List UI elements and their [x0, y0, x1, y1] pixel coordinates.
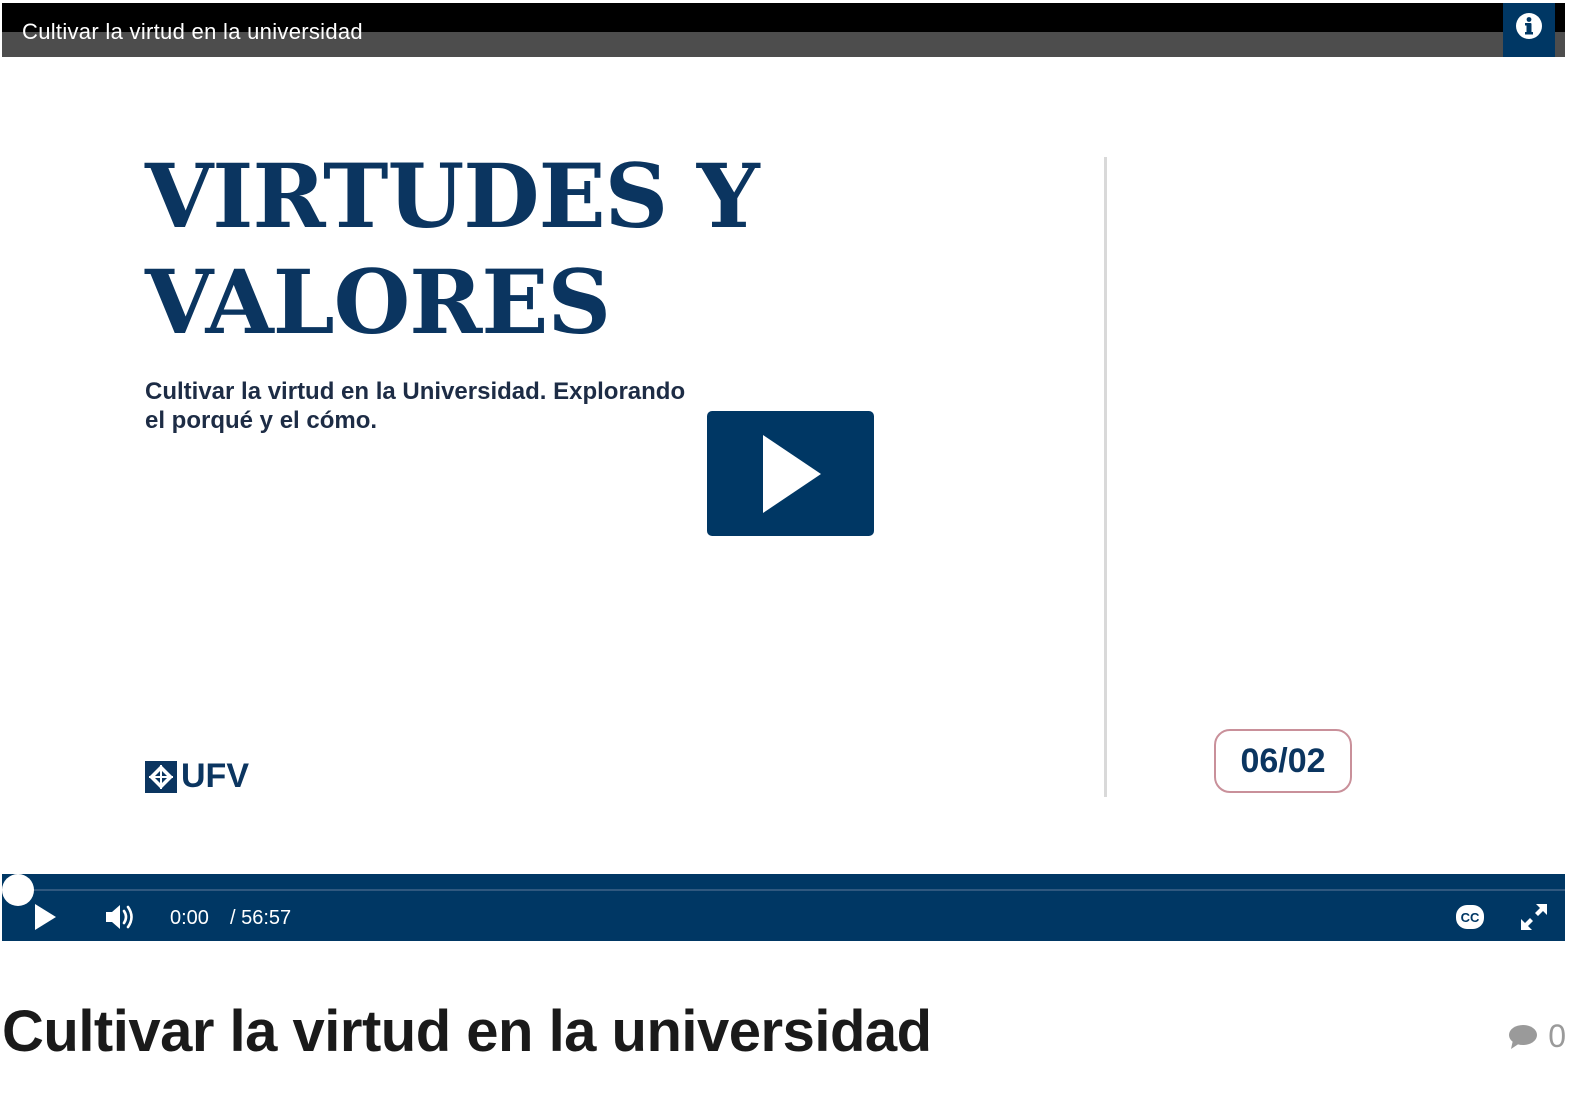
control-bar: 0:00 / 56:57 CC — [2, 874, 1565, 941]
page-title: Cultivar la virtud en la universidad — [2, 999, 932, 1064]
info-icon — [1516, 13, 1542, 39]
svg-text:CC: CC — [1461, 910, 1480, 925]
comment-count: 0 — [1548, 1018, 1566, 1054]
slide-subtitle-line: el porqué y el cómo. — [145, 407, 378, 434]
current-time: 0:00 — [170, 907, 209, 929]
closed-captions-icon: CC — [1456, 905, 1484, 929]
ufv-emblem-icon — [145, 760, 177, 793]
volume-icon — [106, 905, 133, 929]
play-button[interactable] — [30, 902, 60, 932]
date-badge: 06/02 — [1214, 729, 1352, 793]
video-frame[interactable]: VIRTUDES Y VALORES Cultivar la virtud en… — [2, 57, 1565, 874]
video-player[interactable]: Cultivar la virtud en la universidad VIR… — [2, 3, 1565, 941]
play-icon — [762, 434, 821, 513]
comments-link[interactable]: 0 — [1508, 1018, 1566, 1055]
fullscreen-button[interactable] — [1518, 901, 1550, 933]
progress-bar[interactable] — [2, 874, 1565, 906]
slide-heading: VIRTUDES Y VALORES — [145, 143, 845, 355]
info-button[interactable] — [1503, 3, 1555, 57]
ufv-logo-text: UFV — [181, 757, 249, 795]
volume-button[interactable] — [102, 899, 138, 935]
slide-subtitle: Cultivar la virtud en la Universidad. Ex… — [145, 377, 745, 435]
play-icon — [35, 904, 56, 930]
slide-heading-line: VALORES — [145, 250, 611, 354]
ufv-logo: UFV — [145, 757, 249, 796]
player-title: Cultivar la virtud en la universidad — [22, 19, 363, 44]
slide-heading-line: VIRTUDES Y — [145, 144, 760, 248]
closed-captions-button[interactable]: CC — [1454, 902, 1486, 932]
fullscreen-icon — [1521, 904, 1547, 930]
player-title-bar: Cultivar la virtud en la universidad — [2, 3, 1565, 57]
big-play-button[interactable] — [707, 411, 874, 536]
duration: / 56:57 — [230, 907, 292, 929]
comment-icon — [1509, 1024, 1538, 1049]
slide-subtitle-line: Cultivar la virtud en la Universidad. Ex… — [145, 378, 686, 405]
slide-divider — [1104, 157, 1107, 797]
